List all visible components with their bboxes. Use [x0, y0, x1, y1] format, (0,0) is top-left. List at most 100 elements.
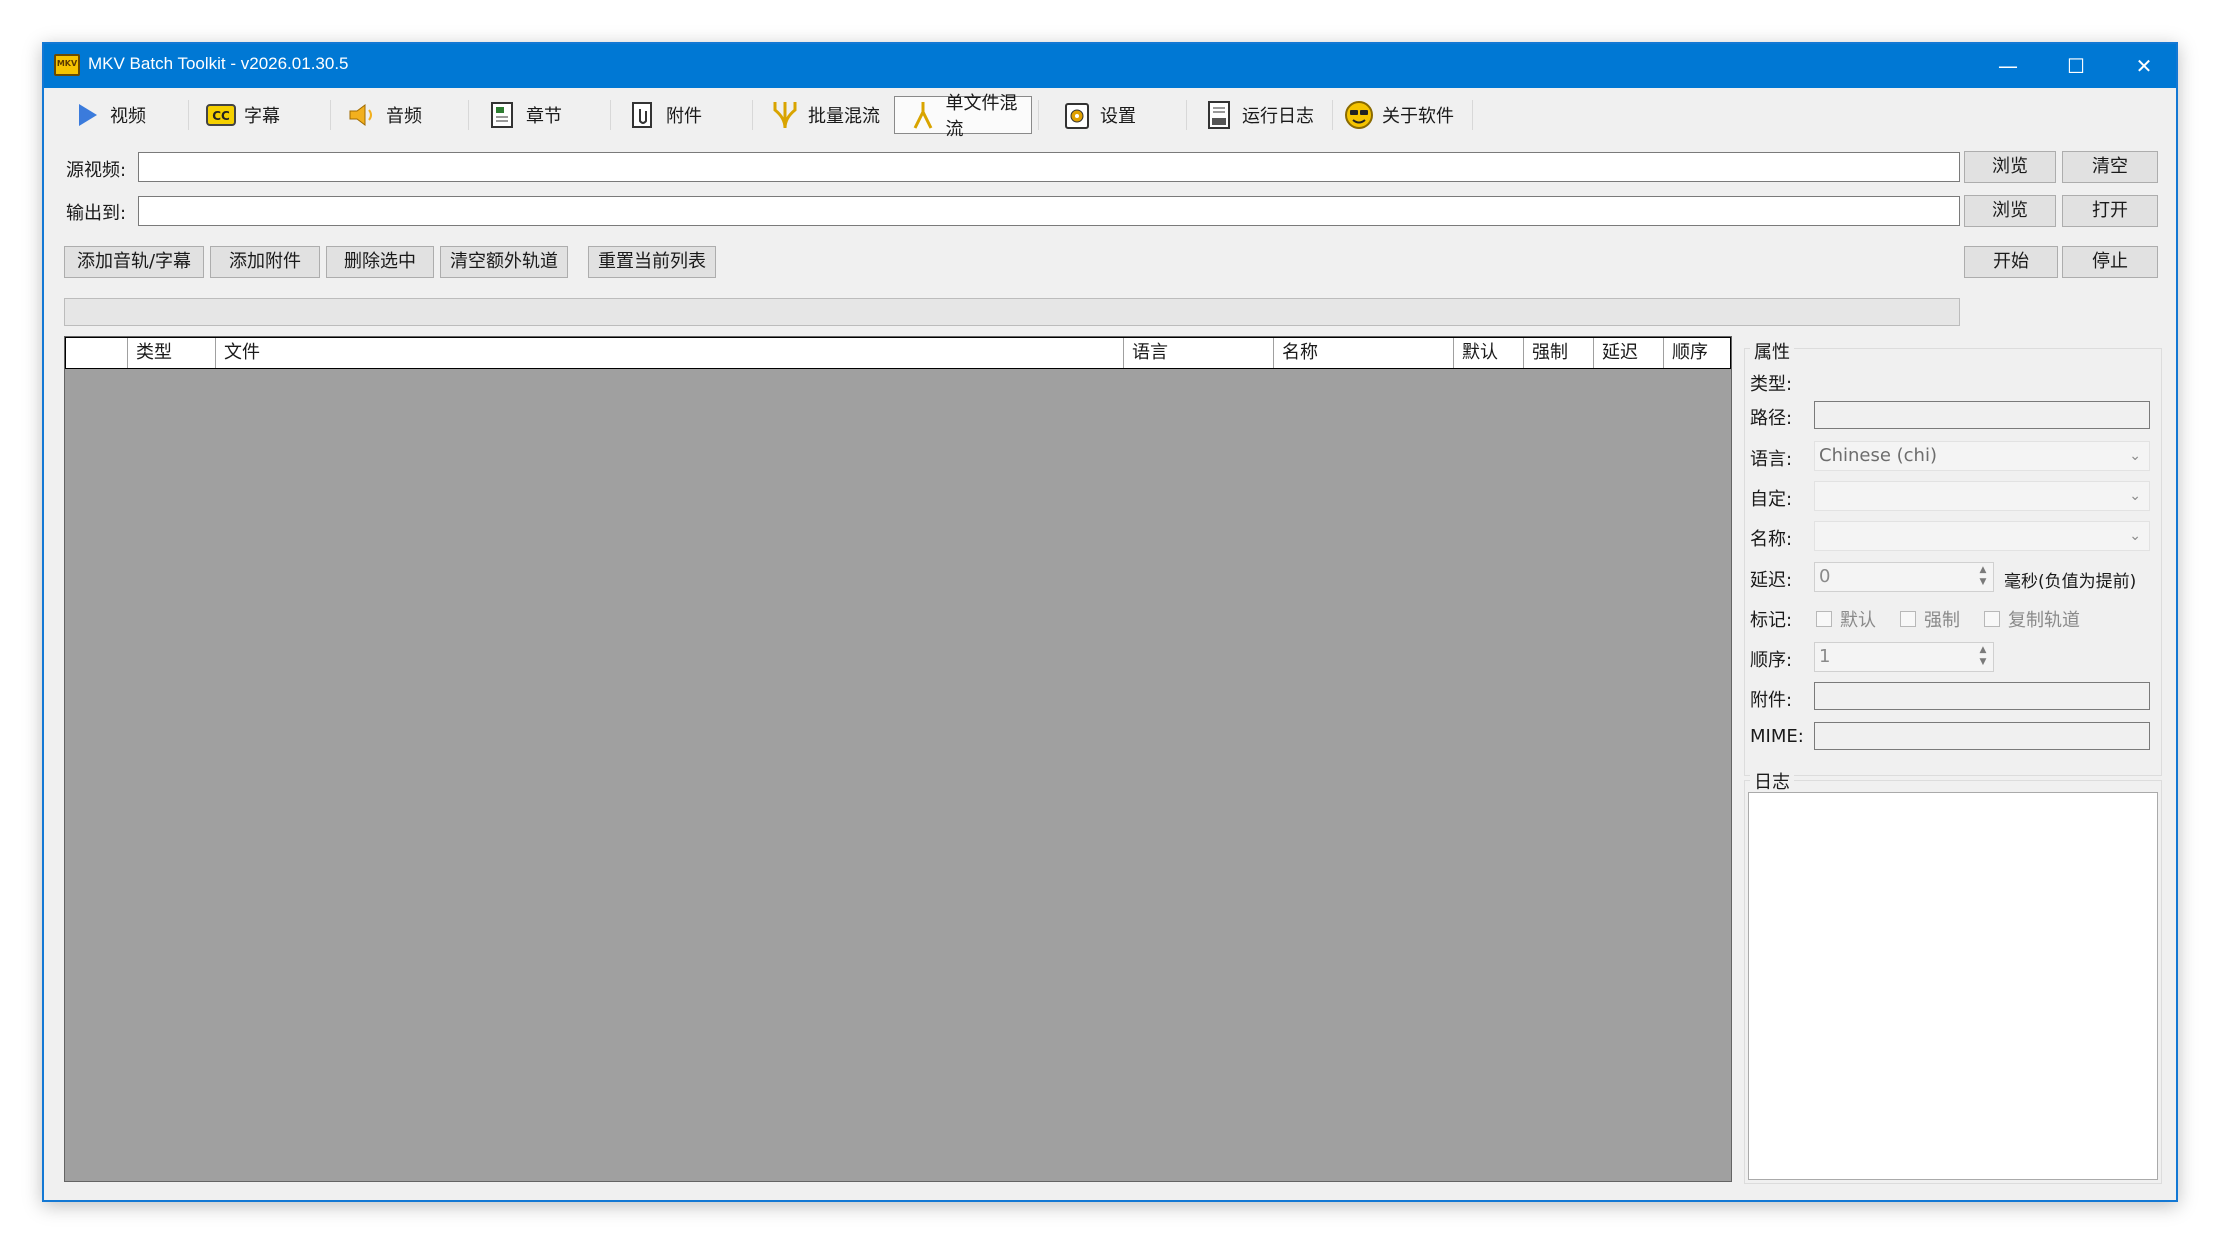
progress-bar — [64, 298, 1960, 326]
spinner-arrows-icon[interactable]: ▲ ▼ — [1975, 644, 1991, 670]
checkbox-icon — [1984, 611, 2000, 627]
language-select[interactable]: Chinese (chi) ⌄ — [1814, 441, 2150, 471]
source-path-input[interactable] — [138, 152, 1960, 182]
video-play-icon — [72, 100, 102, 130]
delay-hint: 毫秒(负值为提前) — [2004, 572, 2137, 592]
app-icon: MKV — [54, 54, 80, 76]
source-label: 源视频: — [66, 160, 127, 181]
language-value: Chinese (chi) — [1819, 445, 1937, 466]
output-browse-button[interactable]: 浏览 — [1964, 195, 2056, 227]
column-header-type[interactable]: 类型 — [128, 338, 216, 368]
attachment-label: 附件: — [1750, 690, 1793, 711]
tab-label: 附件 — [666, 106, 702, 127]
tab-settings[interactable]: 设置 — [1048, 96, 1176, 134]
column-header-delay[interactable]: 延迟 — [1594, 338, 1664, 368]
properties-group-title: 属性 — [1750, 338, 1794, 364]
tab-video[interactable]: 视频 — [58, 96, 186, 134]
tab-audio[interactable]: 音频 — [334, 96, 462, 134]
tab-label: 章节 — [526, 106, 562, 127]
attachment-icon — [628, 100, 658, 130]
column-header-language[interactable]: 语言 — [1124, 338, 1274, 368]
tab-about[interactable]: 关于软件 — [1330, 96, 1468, 134]
stop-button[interactable]: 停止 — [2062, 246, 2158, 278]
close-button[interactable]: ✕ — [2110, 44, 2178, 88]
chevron-down-icon: ⌄ — [2129, 448, 2141, 464]
chevron-down-icon: ⌄ — [2129, 488, 2141, 504]
source-browse-button[interactable]: 浏览 — [1964, 151, 2056, 183]
log-icon — [1204, 100, 1234, 130]
default-checkbox[interactable]: 默认 — [1816, 606, 1876, 632]
column-header-forced[interactable]: 强制 — [1524, 338, 1594, 368]
column-header-default[interactable]: 默认 — [1454, 338, 1524, 368]
spinner-arrows-icon[interactable]: ▲ ▼ — [1975, 564, 1991, 590]
mime-field[interactable] — [1814, 722, 2150, 750]
tab-label: 关于软件 — [1382, 106, 1454, 127]
maximize-button[interactable]: ☐ — [2042, 44, 2110, 88]
output-open-button[interactable]: 打开 — [2062, 195, 2158, 227]
add-track-button[interactable]: 添加音轨/字幕 — [64, 246, 204, 278]
copy-track-checkbox[interactable]: 复制轨道 — [1984, 606, 2080, 632]
track-table[interactable]: 类型 文件 语言 名称 默认 强制 延迟 顺序 — [64, 336, 1732, 1182]
tab-label: 运行日志 — [1242, 106, 1314, 127]
speaker-icon — [348, 100, 378, 130]
table-header: 类型 文件 语言 名称 默认 强制 延迟 顺序 — [65, 337, 1731, 369]
tab-single-merge[interactable]: 单文件混流 — [894, 93, 1032, 140]
path-label: 路径: — [1750, 408, 1793, 429]
source-clear-button[interactable]: 清空 — [2062, 151, 2158, 183]
column-header-file[interactable]: 文件 — [216, 338, 1124, 368]
app-window: MKV MKV Batch Toolkit - v2026.01.30.5 — … — [42, 42, 2178, 1202]
delay-value: 0 — [1819, 566, 1831, 587]
tab-label: 字幕 — [244, 106, 280, 127]
track-name-select[interactable]: ⌄ — [1814, 521, 2150, 551]
default-checkbox-label: 默认 — [1840, 610, 1876, 631]
minimize-button[interactable]: — — [1974, 44, 2042, 88]
checkbox-icon — [1816, 611, 1832, 627]
batch-merge-icon — [770, 100, 800, 130]
order-value: 1 — [1819, 646, 1831, 667]
tab-run-log[interactable]: 运行日志 — [1190, 96, 1328, 134]
main-toolbar: 视频 CC 字幕 音频 章节 附件 批量混流 单文件混流 设置 运行日志 关于软… — [48, 90, 2174, 140]
svg-text:CC: CC — [212, 109, 230, 123]
attachment-field[interactable] — [1814, 682, 2150, 710]
copy-track-checkbox-label: 复制轨道 — [2008, 610, 2080, 631]
tab-label: 设置 — [1100, 106, 1136, 127]
clear-extra-tracks-button[interactable]: 清空额外轨道 — [440, 246, 568, 278]
path-field[interactable] — [1814, 401, 2150, 429]
tab-subtitle[interactable]: CC 字幕 — [192, 96, 320, 134]
forced-checkbox[interactable]: 强制 — [1900, 606, 1960, 632]
order-spinner[interactable]: 1 ▲ ▼ — [1814, 642, 1994, 672]
language-label: 语言: — [1750, 449, 1793, 470]
tab-batch-merge[interactable]: 批量混流 — [756, 96, 894, 134]
title-bar[interactable]: MKV MKV Batch Toolkit - v2026.01.30.5 — … — [44, 44, 2176, 88]
type-label: 类型: — [1750, 374, 1793, 395]
tab-attachment[interactable]: 附件 — [614, 96, 742, 134]
single-merge-icon — [909, 100, 938, 130]
column-header-order[interactable]: 顺序 — [1664, 338, 1732, 368]
output-path-input[interactable] — [138, 196, 1960, 226]
tab-chapter[interactable]: 章节 — [474, 96, 602, 134]
tab-label: 单文件混流 — [945, 93, 1018, 140]
log-group-title: 日志 — [1750, 768, 1794, 794]
column-header-select[interactable] — [66, 338, 128, 368]
name-label: 名称: — [1750, 529, 1793, 550]
custom-label: 自定: — [1750, 489, 1793, 510]
start-button[interactable]: 开始 — [1964, 246, 2058, 278]
about-icon — [1344, 100, 1374, 130]
tab-label: 批量混流 — [808, 106, 880, 127]
checkbox-icon — [1900, 611, 1916, 627]
order-label: 顺序: — [1750, 650, 1793, 671]
reset-list-button[interactable]: 重置当前列表 — [588, 246, 716, 278]
chevron-down-icon: ⌄ — [2129, 528, 2141, 544]
output-label: 输出到: — [66, 203, 127, 224]
delay-spinner[interactable]: 0 ▲ ▼ — [1814, 562, 1994, 592]
window-title: MKV Batch Toolkit - v2026.01.30.5 — [88, 54, 349, 73]
log-textarea[interactable] — [1748, 792, 2158, 1180]
custom-language-select[interactable]: ⌄ — [1814, 481, 2150, 511]
delay-label: 延迟: — [1750, 570, 1793, 591]
add-attachment-button[interactable]: 添加附件 — [210, 246, 320, 278]
column-header-name[interactable]: 名称 — [1274, 338, 1454, 368]
mime-label: MIME: — [1750, 726, 1804, 747]
cc-subtitle-icon: CC — [206, 100, 236, 130]
delete-selected-button[interactable]: 删除选中 — [326, 246, 434, 278]
tab-label: 视频 — [110, 106, 146, 127]
